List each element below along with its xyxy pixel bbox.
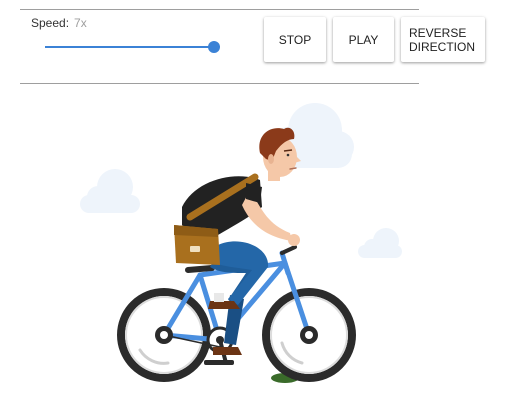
stop-button[interactable]: STOP <box>264 17 326 62</box>
play-button[interactable]: PLAY <box>333 17 394 62</box>
top-divider <box>20 9 419 10</box>
speed-value: 7x <box>74 16 87 30</box>
speed-slider-track[interactable] <box>45 46 214 48</box>
reverse-direction-button[interactable]: REVERSE DIRECTION <box>401 17 485 62</box>
animation-demo: Speed: 7x STOP PLAY REVERSE DIRECTION <box>0 0 519 418</box>
speed-label: Speed: 7x <box>31 16 87 30</box>
speed-label-text: Speed: <box>31 16 70 30</box>
cloud-icon <box>80 169 140 213</box>
play-button-label: PLAY <box>348 32 379 47</box>
cyclist-scene <box>80 103 402 383</box>
speed-slider[interactable] <box>45 40 220 54</box>
reverse-direction-button-label: REVERSE DIRECTION <box>409 25 475 54</box>
cloud-icon <box>358 228 402 258</box>
speed-slider-thumb[interactable] <box>208 41 220 53</box>
bottom-divider <box>20 83 419 84</box>
stop-button-label: STOP <box>278 32 312 47</box>
